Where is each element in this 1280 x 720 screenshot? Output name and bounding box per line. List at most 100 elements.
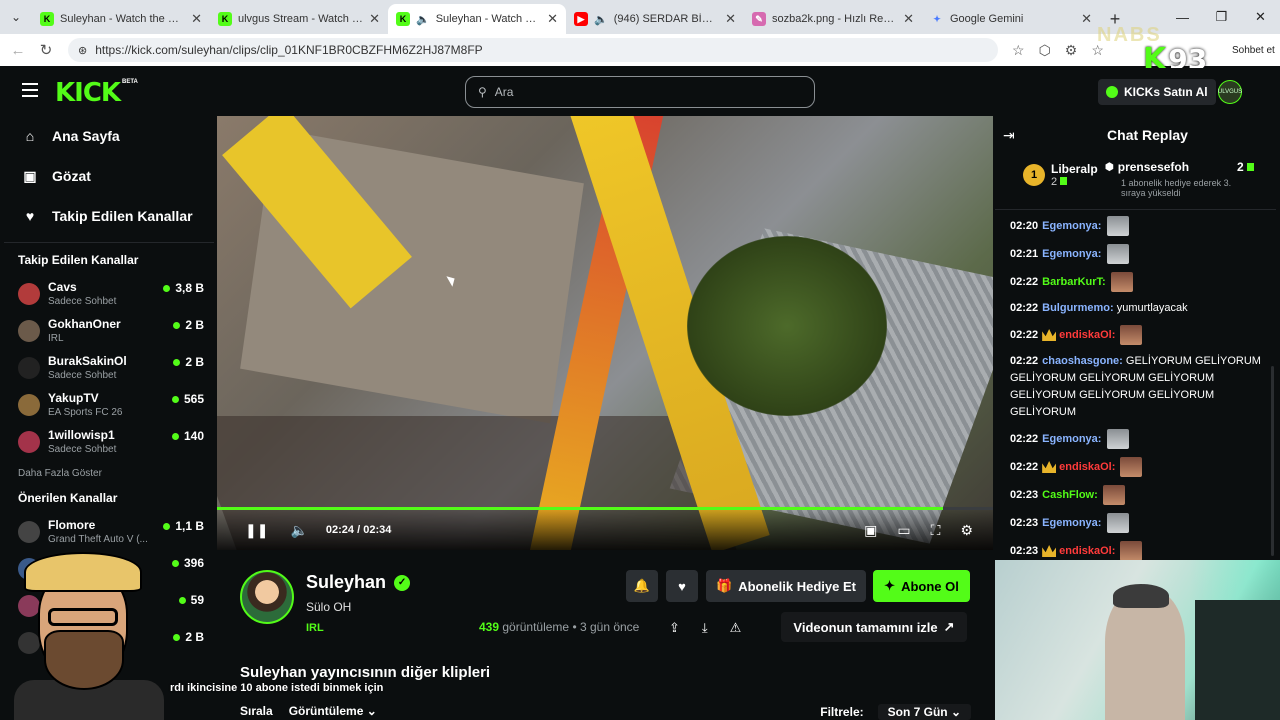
channel-item[interactable]: Cavs Sadece Sohbet 3,8 B	[4, 275, 214, 312]
message-user[interactable]: endiskaOl:	[1059, 329, 1115, 341]
sidebar-nav-item[interactable]: ▣ Gözat	[4, 156, 214, 196]
top-gifter-name[interactable]: Liberalp	[1051, 162, 1098, 176]
tab-close-icon[interactable]: ✕	[547, 11, 558, 27]
settings-icon[interactable]: ⚙	[960, 522, 973, 539]
follow-heart-button[interactable]: ♥	[666, 570, 698, 602]
live-dot-icon	[171, 432, 179, 440]
sidebar-nav-item[interactable]: ⌂ Ana Sayfa	[4, 116, 214, 156]
announcement-user[interactable]: prensesefoh	[1118, 160, 1189, 174]
crown-badge-icon	[1042, 461, 1057, 473]
url-field[interactable]: ⊛ https://kick.com/suleyhan/clips/clip_0…	[68, 38, 998, 62]
buy-kicks-button[interactable]: KICKs Satın Al	[1098, 79, 1216, 105]
clip-info: Suleyhan ✓ Sülo OH IRL 🔔 ♥ 🎁 Abonelik He…	[217, 550, 993, 720]
close-window-button[interactable]: ✕	[1241, 0, 1280, 34]
tab-list-dropdown[interactable]: ⌄	[0, 0, 32, 34]
fullscreen-icon[interactable]: ⛶	[931, 522, 941, 539]
viewer-count-value: 140	[183, 429, 204, 443]
watch-full-video-button[interactable]: Videonun tamamını izle ↗	[781, 612, 967, 642]
tab-close-icon[interactable]: ✕	[369, 11, 380, 27]
channel-item[interactable]: YakupTV EA Sports FC 26 565	[4, 386, 214, 423]
share-icon[interactable]: ⇪	[669, 620, 680, 636]
category-link[interactable]: IRL	[306, 622, 324, 634]
sidebar-nav: ⌂ Ana Sayfa ▣ Gözat ♥ Takip Edilen Kanallar	[4, 116, 214, 236]
back-icon[interactable]: ←	[4, 42, 32, 59]
theater-mode-icon[interactable]: ▭	[897, 522, 910, 539]
channel-item[interactable]: GokhanOner IRL 2 B	[4, 312, 214, 349]
tab-close-icon[interactable]: ✕	[1081, 11, 1092, 27]
extension-icon[interactable]: ⚙	[1065, 42, 1078, 59]
extensions-icon[interactable]: ⬡	[1039, 42, 1051, 59]
clip-title: Sülo OH	[306, 600, 352, 614]
subscribe-button[interactable]: ✦ Abone Ol	[873, 570, 970, 602]
sidebar-nav-label: Gözat	[52, 168, 91, 184]
message-user[interactable]: BarbarKurT:	[1042, 276, 1106, 288]
browser-tab[interactable]: ✦ Google Gemini ✕	[922, 4, 1100, 34]
browser-tab[interactable]: ▶ 🔈 (946) SERDAR BİZ YABAN ✕	[566, 4, 744, 34]
message-user[interactable]: endiskaOl:	[1059, 545, 1115, 557]
menu-icon[interactable]	[22, 83, 38, 101]
message-user[interactable]: Egemonya:	[1042, 248, 1101, 260]
volume-icon[interactable]: 🔈	[290, 522, 307, 539]
channel-category: Sadece Sohbet	[48, 370, 117, 381]
channel-name: Cavs	[48, 280, 77, 294]
minimize-button[interactable]: —	[1163, 0, 1202, 34]
streamer-avatar[interactable]	[240, 570, 294, 624]
bookmark-star-icon[interactable]: ☆	[1012, 42, 1025, 59]
download-icon[interactable]: ⤓	[702, 620, 708, 636]
tab-close-icon[interactable]: ✕	[191, 11, 202, 27]
message-user[interactable]: CashFlow:	[1042, 489, 1098, 501]
streamer-webcam	[995, 560, 1280, 720]
live-dot-icon	[171, 395, 179, 403]
message-user[interactable]: Egemonya:	[1042, 433, 1101, 445]
tab-title: Google Gemini	[950, 13, 1024, 25]
collapse-chat-icon[interactable]: ⇥	[1003, 127, 1015, 144]
maximize-button[interactable]: ❐	[1202, 0, 1241, 34]
pause-icon[interactable]: ❚❚	[245, 522, 268, 539]
message-user[interactable]: chaoshasgone:	[1042, 355, 1123, 367]
message-user[interactable]: Bulgurmemo:	[1042, 302, 1114, 314]
filter-dropdown[interactable]: Son 7 Gün ⌄	[877, 704, 971, 720]
tab-audio-icon[interactable]: 🔈	[416, 13, 430, 26]
sidebar-nav-item[interactable]: ♥ Takip Edilen Kanallar	[4, 196, 214, 236]
channel-item[interactable]: 1willowisp1 Sadece Sohbet 140	[4, 423, 214, 460]
views-count: 439	[479, 620, 500, 634]
youtube-favicon-icon: ▶	[574, 12, 588, 26]
streamer-name[interactable]: Suleyhan	[306, 572, 386, 593]
viewer-count-value: 2 B	[185, 355, 204, 369]
tab-audio-icon[interactable]: 🔈	[594, 13, 608, 26]
miniplayer-icon[interactable]: ▣	[864, 522, 877, 539]
tab-close-icon[interactable]: ✕	[725, 11, 736, 27]
sort-dropdown[interactable]: Görüntüleme ⌄	[289, 704, 377, 718]
notification-bell-button[interactable]: 🔔	[626, 570, 658, 602]
gift-subscription-button[interactable]: 🎁 Abonelik Hediye Et	[706, 570, 866, 602]
browser-tab[interactable]: Kulvgus Stream - Watch Live on ✕	[210, 4, 388, 34]
report-icon[interactable]: ⚠	[730, 620, 742, 636]
tab-close-icon[interactable]: ✕	[903, 11, 914, 27]
message-user[interactable]: Egemonya:	[1042, 517, 1101, 529]
video-player[interactable]: ❚❚ 🔈 02:24 / 02:34 ▣ ▭ ⛶ ⚙	[217, 116, 993, 550]
announcement-text: 1 abonelik hediye ederek 3. sıraya yükse…	[1121, 178, 1232, 198]
show-more-link[interactable]: Daha Fazla Göster	[4, 468, 214, 479]
message-user[interactable]: endiskaOl:	[1059, 461, 1115, 473]
sort-label: Sırala	[240, 704, 273, 718]
viewer-count-value: 3,8 B	[175, 281, 204, 295]
kick-logo[interactable]: KICK	[55, 78, 121, 108]
message-user[interactable]: Egemonya:	[1042, 220, 1101, 232]
chat-scrollbar[interactable]	[1271, 366, 1274, 556]
recommended-title: Önerilen Kanallar	[18, 491, 118, 505]
chat-message: 02:22 BarbarKurT:	[1010, 272, 1276, 292]
channel-category: Sadece Sohbet	[48, 444, 117, 455]
channel-item[interactable]: BurakSakinOl Sadece Sohbet 2 B	[4, 349, 214, 386]
user-avatar[interactable]: ULVGUS	[1218, 80, 1242, 104]
browser-tab[interactable]: ✎ sozba2k.png - Hızlı Resim ✕	[744, 4, 922, 34]
browser-tab[interactable]: K Suleyhan - Watch the VOD on ✕	[32, 4, 210, 34]
search-input[interactable]: ⚲ Ara	[465, 76, 815, 108]
site-info-icon[interactable]: ⊛	[78, 44, 87, 57]
verified-icon: ✓	[394, 574, 411, 591]
viewer-count: 565	[171, 392, 204, 406]
browser-tab[interactable]: K 🔈 Suleyhan - Watch clips on ✕	[388, 4, 566, 34]
message-time: 02:22	[1010, 302, 1039, 314]
video-progress-bar[interactable]	[217, 507, 993, 510]
reload-icon[interactable]: ↻	[32, 41, 60, 59]
tab-title: (946) SERDAR BİZ YABAN	[613, 13, 719, 25]
